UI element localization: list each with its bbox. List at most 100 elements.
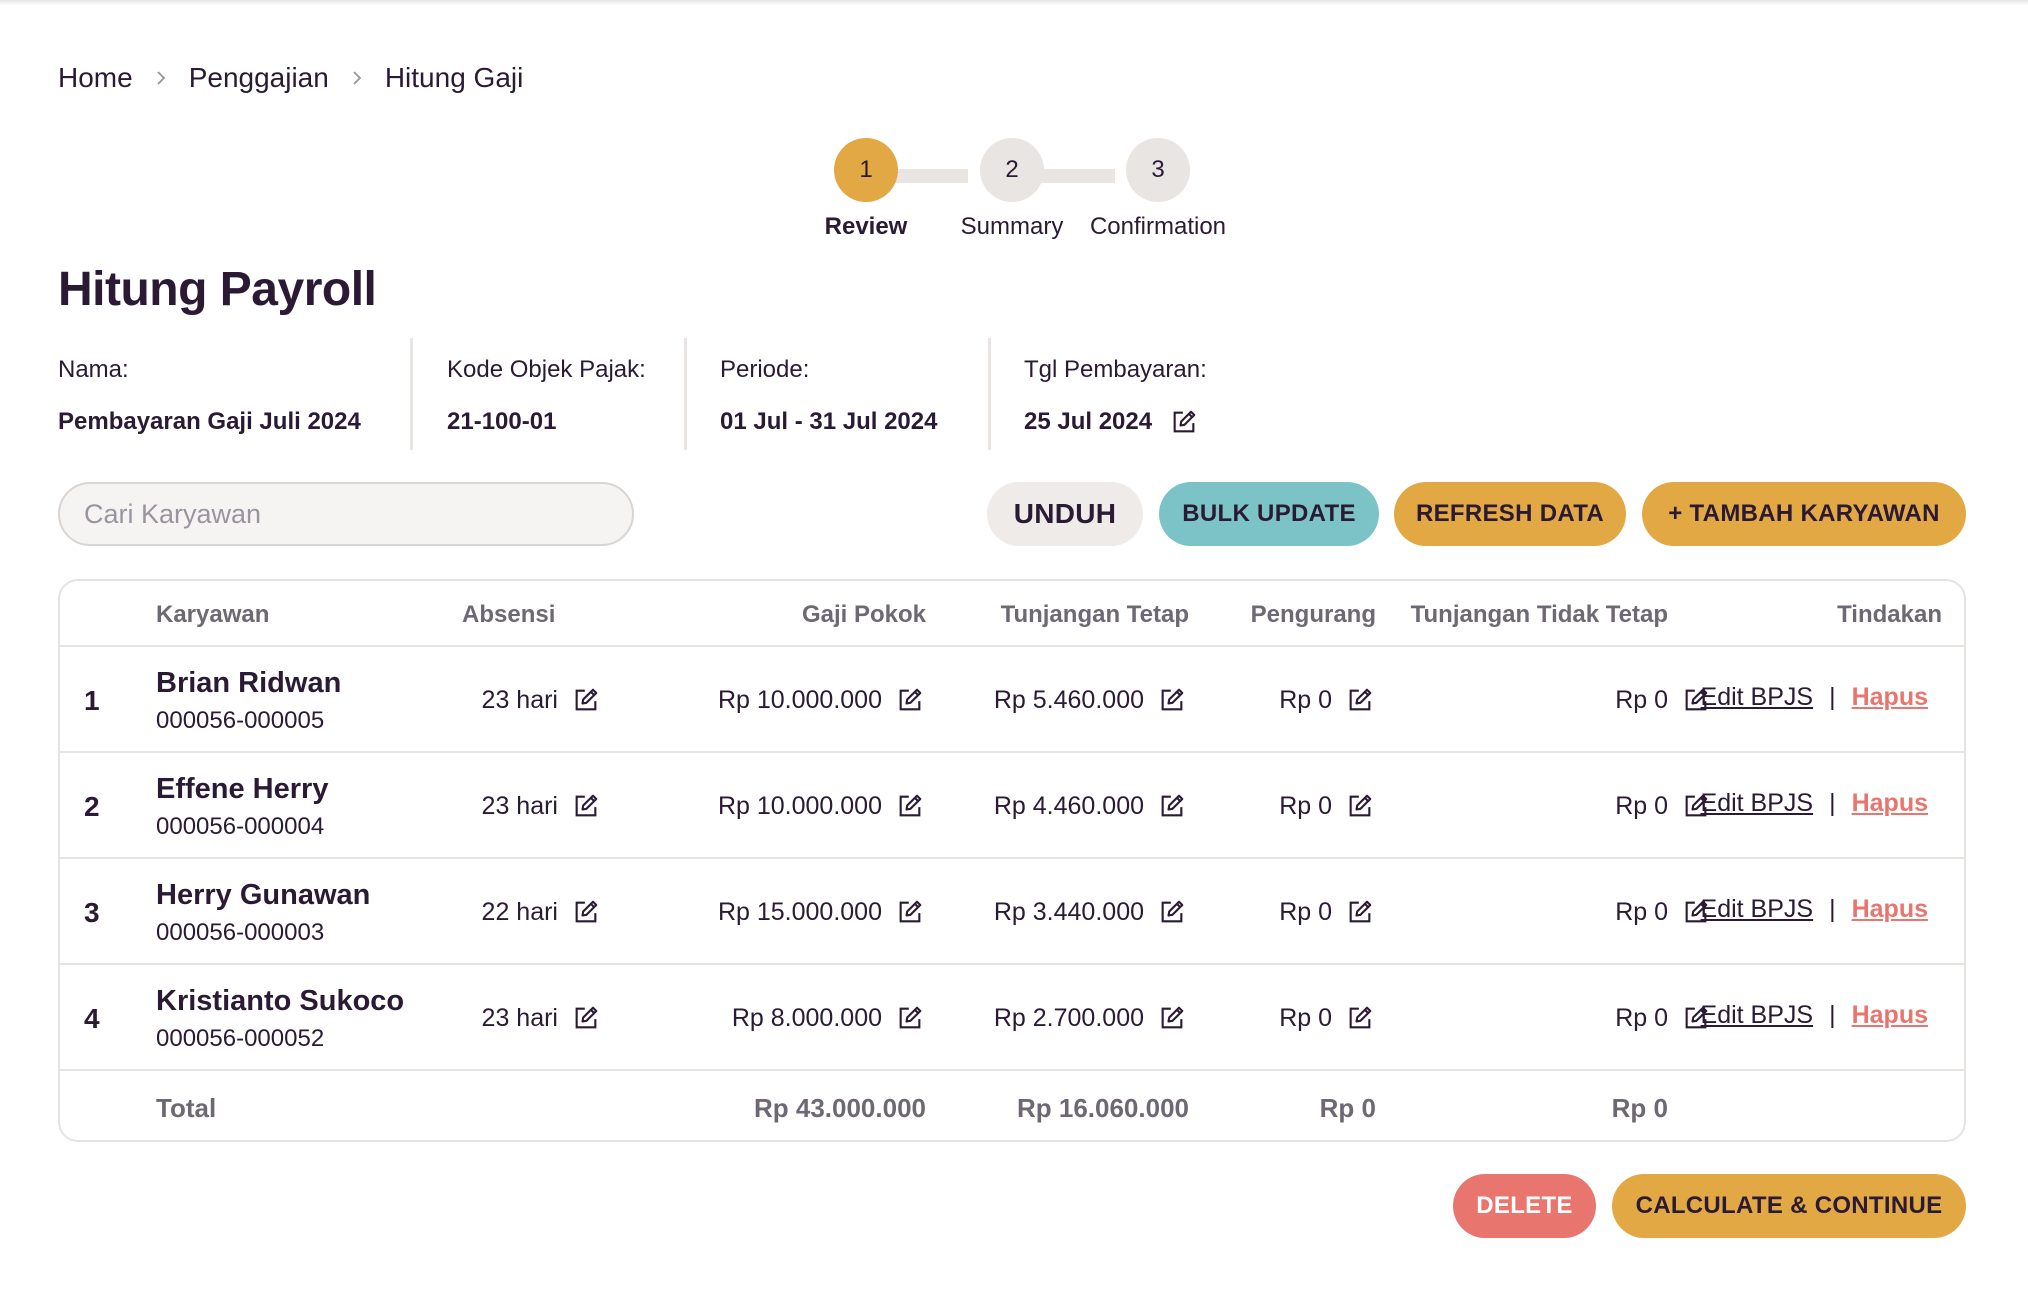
employee-name: Brian Ridwan — [156, 667, 342, 699]
header-variable-allowance: Tunjangan Tidak Tetap — [1410, 601, 1668, 628]
action-separator: | — [1829, 1001, 1836, 1029]
variable-allowance-value: Rp 0 — [1615, 1003, 1668, 1032]
edit-icon[interactable] — [1158, 792, 1186, 820]
stepper: 1 2 3 Review Summary Confirmation — [820, 137, 1240, 247]
variable-allowance-cell: Rp 0 — [1615, 895, 1710, 929]
edit-icon[interactable] — [1346, 1004, 1374, 1032]
total-variable-allowance: Rp 0 — [1611, 1093, 1668, 1123]
table-row: 3 Herry Gunawan 000056-000003 22 hari Rp… — [60, 859, 1964, 965]
header-deduction: Pengurang — [1250, 601, 1376, 628]
deduction-value: Rp 0 — [1279, 897, 1332, 926]
header-attendance: Absensi — [462, 601, 556, 628]
header-employee: Karyawan — [156, 601, 270, 628]
deduction-value: Rp 0 — [1279, 685, 1332, 714]
fixed-allowance-cell: Rp 5.460.000 — [994, 683, 1186, 717]
info-paydate-label: Tgl Pembayaran: — [1024, 356, 1207, 383]
edit-icon[interactable] — [1170, 408, 1198, 436]
attendance-cell: 23 hari — [482, 1001, 600, 1035]
fixed-allowance-value: Rp 2.700.000 — [993, 1003, 1144, 1032]
edit-icon[interactable] — [572, 792, 600, 820]
action-separator: | — [1829, 789, 1836, 817]
top-shadow — [0, 0, 2028, 5]
step-2-label: Summary — [960, 213, 1064, 240]
edit-icon[interactable] — [896, 792, 924, 820]
edit-bpjs-link[interactable]: Edit BPJS — [1701, 683, 1814, 712]
row-actions: Edit BPJS | Hapus — [1701, 895, 1928, 924]
edit-icon[interactable] — [896, 1004, 924, 1032]
base-salary-value: Rp 8.000.000 — [731, 1003, 882, 1032]
step-3-label: Confirmation — [1089, 213, 1227, 240]
edit-bpjs-link[interactable]: Edit BPJS — [1701, 895, 1814, 924]
deduction-cell: Rp 0 — [1279, 895, 1374, 929]
employee-name: Herry Gunawan — [156, 879, 371, 911]
action-separator: | — [1829, 683, 1836, 711]
deduction-value: Rp 0 — [1279, 1003, 1332, 1032]
delete-row-link[interactable]: Hapus — [1852, 895, 1928, 924]
breadcrumb-payroll[interactable]: Penggajian — [189, 62, 329, 94]
delete-row-link[interactable]: Hapus — [1852, 789, 1928, 818]
fixed-allowance-value: Rp 4.460.000 — [993, 791, 1144, 820]
variable-allowance-cell: Rp 0 — [1615, 683, 1710, 717]
edit-bpjs-link[interactable]: Edit BPJS — [1701, 1001, 1814, 1030]
base-salary-cell: Rp 15.000.000 — [718, 895, 924, 929]
total-label: Total — [156, 1093, 217, 1123]
edit-bpjs-link[interactable]: Edit BPJS — [1701, 789, 1814, 818]
page-title: Hitung Payroll — [58, 263, 377, 316]
base-salary-cell: Rp 8.000.000 — [732, 1001, 924, 1035]
calculate-continue-button[interactable]: CALCULATE & CONTINUE — [1612, 1174, 1966, 1238]
table-row: 2 Effene Herry 000056-000004 23 hari Rp … — [60, 753, 1964, 859]
edit-icon[interactable] — [1346, 898, 1374, 926]
info-name-label: Nama: — [58, 356, 129, 383]
breadcrumb-current: Hitung Gaji — [384, 62, 524, 93]
info-paydate: Tgl Pembayaran: 25 Jul 2024 — [1024, 338, 1207, 450]
variable-allowance-cell: Rp 0 — [1615, 789, 1710, 823]
row-number: 4 — [84, 1003, 100, 1034]
edit-icon[interactable] — [1158, 898, 1186, 926]
employee-id: 000056-000004 — [156, 813, 325, 840]
fixed-allowance-cell: Rp 2.700.000 — [994, 1001, 1186, 1035]
step-1-circle: 1 — [834, 138, 898, 202]
bulk-update-button[interactable]: BULK UPDATE — [1159, 482, 1379, 546]
info-tax-value: 21-100-01 — [447, 408, 557, 435]
attendance-cell: 23 hari — [482, 683, 600, 717]
deduction-cell: Rp 0 — [1279, 683, 1374, 717]
delete-button[interactable]: DELETE — [1453, 1174, 1596, 1238]
header-fixed-allowance: Tunjangan Tetap — [1000, 601, 1189, 628]
delete-row-link[interactable]: Hapus — [1852, 683, 1928, 712]
breadcrumb-home[interactable]: Home — [58, 62, 133, 94]
refresh-data-button[interactable]: REFRESH DATA — [1394, 482, 1626, 546]
employee-id: 000056-000005 — [156, 707, 325, 734]
info-tax-label: Kode Objek Pajak: — [447, 356, 646, 383]
info-period-value: 01 Jul - 31 Jul 2024 — [720, 408, 938, 435]
edit-icon[interactable] — [572, 898, 600, 926]
edit-icon[interactable] — [896, 686, 924, 714]
edit-icon[interactable] — [572, 1004, 600, 1032]
edit-icon[interactable] — [1158, 686, 1186, 714]
base-salary-cell: Rp 10.000.000 — [718, 789, 924, 823]
chevron-right-icon — [153, 70, 169, 86]
employee-id: 000056-000052 — [156, 1025, 325, 1052]
add-employee-button[interactable]: + TAMBAH KARYAWAN — [1642, 482, 1966, 546]
attendance-value: 23 hari — [481, 791, 558, 820]
info-tax: Kode Objek Pajak: 21-100-01 — [447, 338, 646, 450]
variable-allowance-value: Rp 0 — [1615, 685, 1668, 714]
step-2-circle: 2 — [980, 138, 1044, 202]
edit-icon[interactable] — [1346, 792, 1374, 820]
table-row: 4 Kristianto Sukoco 000056-000052 23 har… — [60, 965, 1964, 1071]
edit-icon[interactable] — [1158, 1004, 1186, 1032]
info-divider — [684, 338, 687, 450]
delete-row-link[interactable]: Hapus — [1852, 1001, 1928, 1030]
edit-icon[interactable] — [896, 898, 924, 926]
edit-icon[interactable] — [1346, 686, 1374, 714]
attendance-value: 23 hari — [481, 685, 558, 714]
row-number: 1 — [84, 685, 100, 716]
edit-icon[interactable] — [572, 686, 600, 714]
info-divider — [410, 338, 413, 450]
attendance-value: 22 hari — [481, 897, 558, 926]
employee-id: 000056-000003 — [156, 919, 325, 946]
attendance-value: 23 hari — [481, 1003, 558, 1032]
search-input[interactable] — [58, 482, 634, 546]
base-salary-value: Rp 10.000.000 — [717, 791, 882, 820]
download-button[interactable]: UNDUH — [987, 482, 1143, 546]
info-name-value: Pembayaran Gaji Juli 2024 — [58, 408, 361, 435]
